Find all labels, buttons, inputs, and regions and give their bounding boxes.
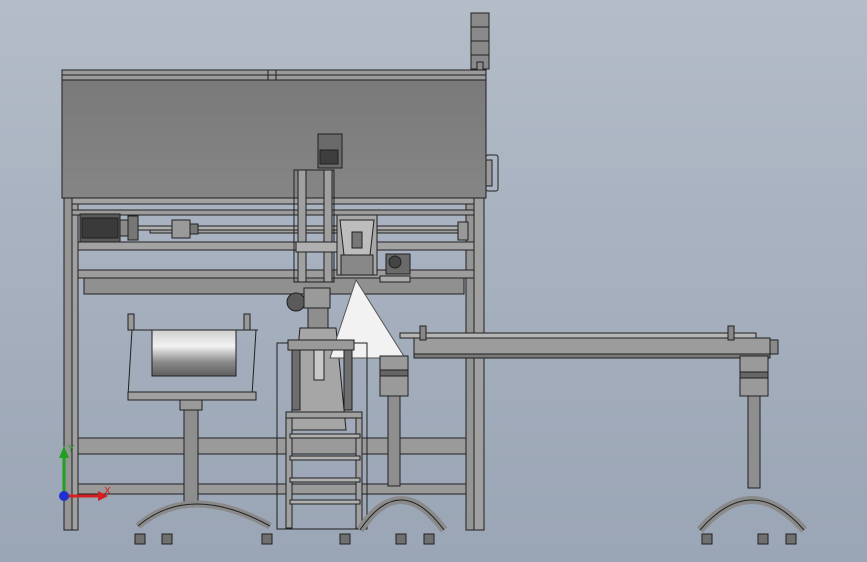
servo-motor-drive	[79, 213, 469, 243]
y-axis-label: Y	[67, 444, 75, 455]
x-axis-label: X	[104, 486, 111, 497]
machine-assembly-drawing	[61, 12, 808, 545]
top-cover-panel	[61, 69, 499, 199]
output-conveyor	[399, 325, 808, 533]
signal-tower	[470, 12, 490, 73]
z-axis-dot	[59, 491, 69, 501]
leveling-feet	[134, 533, 797, 545]
coordinate-triad: X Y	[59, 444, 111, 501]
cad-viewport[interactable]: X Y	[0, 0, 867, 562]
machine-frame	[63, 197, 485, 531]
